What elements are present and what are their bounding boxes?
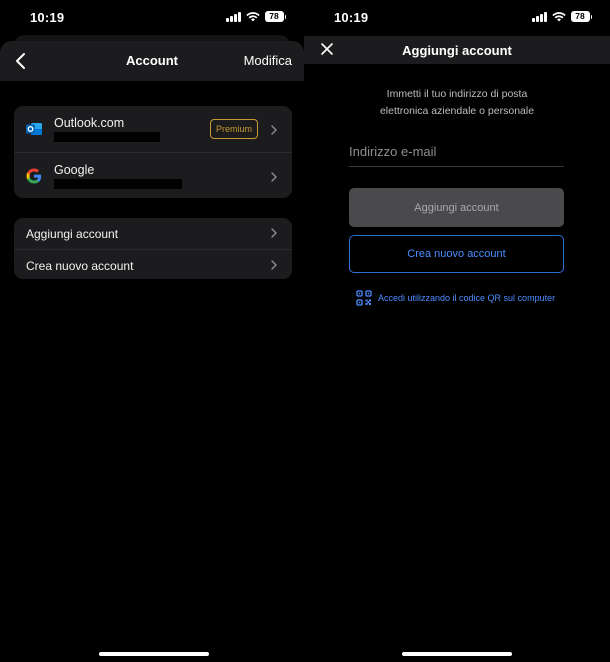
outlook-icon: [26, 123, 42, 135]
nav-header: Aggiungi account: [304, 36, 610, 64]
account-name: Google: [54, 163, 95, 177]
qr-link-label: Accedi utilizzando il codice QR sul comp…: [378, 293, 556, 303]
email-field[interactable]: [349, 137, 564, 167]
edit-button[interactable]: Modifica: [244, 53, 292, 68]
home-indicator[interactable]: [402, 652, 512, 656]
add-account-button[interactable]: Aggiungi account: [349, 188, 564, 227]
google-icon: [26, 168, 42, 184]
qr-code-icon: [356, 290, 372, 306]
battery-level: 78: [570, 11, 590, 22]
battery-level: 78: [264, 11, 284, 22]
wifi-icon: [551, 11, 566, 21]
intro-line-1: Immetti il tuo indirizzo di posta: [386, 88, 528, 100]
create-account-label: Crea nuovo account: [26, 259, 134, 273]
create-account-button[interactable]: Crea nuovo account: [349, 235, 564, 273]
wifi-icon: [245, 11, 260, 21]
status-icons: 78: [532, 11, 592, 22]
account-row-google[interactable]: Google: [14, 152, 292, 198]
add-account-screen: 10:19 78 Aggiungi account Immetti il tuo…: [304, 0, 610, 662]
status-time: 10:19: [334, 10, 369, 25]
add-account-label: Aggiungi account: [26, 227, 119, 241]
chevron-right-icon: [271, 228, 277, 238]
account-name: Outlook.com: [54, 116, 125, 130]
page-title: Aggiungi account: [402, 43, 512, 58]
redacted-email: [54, 132, 160, 142]
account-row-outlook[interactable]: Outlook.com Premium: [14, 106, 292, 152]
signal-icon: [532, 11, 547, 22]
chevron-right-icon: [271, 260, 277, 270]
status-icons: 78: [226, 11, 286, 22]
signal-icon: [226, 11, 241, 22]
chevron-right-icon: [271, 125, 277, 135]
status-bar: 10:19 78: [304, 0, 610, 36]
qr-login-link[interactable]: Accedi utilizzando il codice QR sul comp…: [356, 290, 555, 306]
redacted-email: [54, 179, 182, 189]
account-screen: 10:19 78 Account Modifica Outlook.com Pr…: [0, 0, 304, 662]
intro-text: Immetti il tuo indirizzo di posta elettr…: [304, 86, 610, 120]
intro-line-2: elettronica aziendale o personale: [379, 105, 535, 117]
battery-icon: 78: [264, 11, 286, 22]
status-time: 10:19: [30, 10, 65, 25]
accounts-list: Outlook.com Premium Google: [14, 106, 292, 198]
actions-list: Aggiungi account Crea nuovo account: [14, 218, 292, 279]
create-account-item[interactable]: Crea nuovo account: [14, 249, 292, 279]
premium-badge: Premium: [210, 119, 258, 139]
battery-icon: 78: [570, 11, 592, 22]
chevron-right-icon: [271, 172, 277, 182]
status-bar: 10:19 78: [0, 0, 304, 36]
home-indicator[interactable]: [99, 652, 209, 656]
nav-header: Account Modifica: [0, 41, 304, 81]
add-account-item[interactable]: Aggiungi account: [14, 218, 292, 248]
